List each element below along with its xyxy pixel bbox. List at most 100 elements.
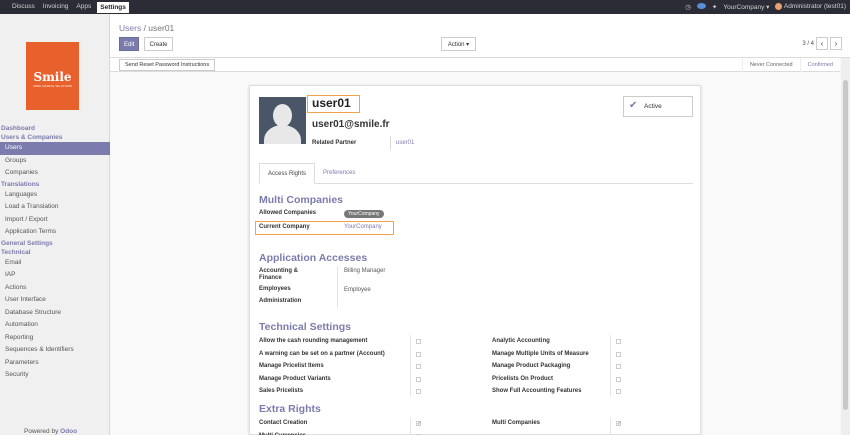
menu-discuss[interactable]: Discuss <box>8 0 39 14</box>
avatar-body <box>264 125 301 144</box>
sidebar-item-automation[interactable]: Automation <box>0 319 110 332</box>
setting-label: Contact Creation <box>259 420 308 426</box>
accounting-label: Accounting & Finance <box>259 268 298 281</box>
divider <box>610 335 611 397</box>
control-panel: Users / user01 Edit Create Action ▾ 3 / … <box>110 14 850 58</box>
next-button[interactable]: › <box>830 37 842 50</box>
form-statusbar: Send Reset Password Instructions Never C… <box>110 58 840 72</box>
bug-icon[interactable]: ✦ <box>712 3 717 11</box>
user-name: Administrator (test01) <box>783 3 846 11</box>
allowed-companies-label: Allowed Companies <box>259 210 317 216</box>
allowed-company-tag: YourCompany <box>344 210 384 218</box>
create-button[interactable]: Create <box>144 37 173 51</box>
sidebar-item-groups[interactable]: Groups <box>0 155 110 168</box>
odoo-link[interactable]: Odoo <box>60 428 77 435</box>
multi-companies-heading: Multi Companies <box>259 194 344 206</box>
sidebar-section-translations[interactable]: Translations <box>0 180 110 189</box>
status-never-connected: Never Connected <box>741 58 800 72</box>
sidebar-section-users-companies[interactable]: Users & Companies <box>0 133 110 142</box>
setting-checkbox[interactable] <box>416 339 421 344</box>
user-login-field: user01@smile.fr <box>312 119 390 130</box>
sidebar-item-email[interactable]: Email <box>0 257 110 270</box>
sidebar-nav: Dashboard Users & Companies Users Groups Com… <box>0 124 110 382</box>
sidebar-section-dashboard[interactable]: Dashboard <box>0 124 110 133</box>
menu-settings[interactable]: Settings <box>97 1 129 13</box>
accounting-value[interactable]: Billing Manager <box>344 268 385 274</box>
sidebar-item-languages[interactable]: Languages <box>0 189 110 202</box>
setting-label: Sales Pricelists <box>259 388 304 394</box>
related-partner-label: Related Partner <box>312 140 357 146</box>
active-toggle-button[interactable]: ✔ Active <box>623 96 693 117</box>
pager-value[interactable]: 3 / 4 <box>802 41 814 47</box>
status-steps: Never Connected Confirmed <box>741 58 840 72</box>
check-icon: ✔ <box>629 100 638 111</box>
setting-checkbox[interactable] <box>616 364 621 369</box>
menu-apps[interactable]: Apps <box>72 0 95 14</box>
sidebar-item-companies[interactable]: Companies <box>0 167 110 180</box>
divider <box>390 136 391 150</box>
scrollbar-thumb[interactable] <box>843 80 848 410</box>
avatar-icon <box>775 3 783 11</box>
related-partner-link[interactable]: user01 <box>396 140 414 146</box>
setting-label: Manage Product Variants <box>259 375 331 382</box>
sidebar-item-user-interface[interactable]: User Interface <box>0 294 110 307</box>
prev-button[interactable]: ‹ <box>816 37 828 50</box>
scrollbar[interactable] <box>841 58 850 435</box>
clock-icon[interactable]: ◷ <box>685 3 691 11</box>
form-tabs: Access Rights Preferences <box>259 163 693 184</box>
user-avatar[interactable] <box>259 97 306 144</box>
setting-label: Manage Pricelist Items <box>259 363 324 369</box>
setting-checkbox[interactable] <box>616 389 621 394</box>
pager: 3 / 4 ‹ › <box>802 37 842 50</box>
breadcrumb-users[interactable]: Users <box>119 23 141 33</box>
technical-settings-heading: Technical Settings <box>259 321 351 333</box>
action-dropdown[interactable]: Action ▾ <box>441 37 476 51</box>
sidebar-section-technical[interactable]: Technical <box>0 248 110 257</box>
sidebar-item-security[interactable]: Security <box>0 369 110 382</box>
setting-checkbox[interactable] <box>416 389 421 394</box>
sidebar-item-database-structure[interactable]: Database Structure <box>0 307 110 320</box>
setting-checkbox[interactable] <box>616 376 621 382</box>
user-menu[interactable]: Administrator (test01) <box>775 3 846 11</box>
employees-value[interactable]: Employee <box>344 287 371 293</box>
setting-checkbox[interactable] <box>416 351 421 357</box>
setting-label: Analytic Accounting <box>492 338 550 344</box>
sidebar-item-import-export[interactable]: Import / Export <box>0 214 110 227</box>
sidebar-item-load-a-translation[interactable]: Load a Translation <box>0 201 110 214</box>
sidebar-item-application-terms[interactable]: Application Terms <box>0 226 110 239</box>
top-navbar: Discuss Invoicing Apps Settings ◷ ✦ Your… <box>0 0 850 14</box>
sidebar-item-actions[interactable]: Actions <box>0 282 110 295</box>
current-company-link[interactable]: YourCompany <box>344 224 382 230</box>
company-logo[interactable]: Smile OPEN SOURCE SOLUTIONS <box>26 42 79 110</box>
breadcrumb-current: user01 <box>148 23 175 33</box>
setting-checkbox[interactable] <box>416 364 421 369</box>
setting-label: A warning can be set on a partner (Accou… <box>259 350 385 357</box>
send-reset-password-button[interactable]: Send Reset Password Instructions <box>119 59 216 71</box>
setting-checkbox[interactable]: ✓ <box>416 421 421 427</box>
setting-checkbox[interactable] <box>616 339 621 344</box>
menu-invoicing[interactable]: Invoicing <box>39 0 73 14</box>
divider <box>410 335 411 397</box>
setting-checkbox[interactable] <box>616 351 621 357</box>
sidebar: Smile OPEN SOURCE SOLUTIONS Dashboard Use… <box>0 14 110 435</box>
chat-icon[interactable] <box>696 3 706 11</box>
divider <box>410 418 411 435</box>
administration-label: Administration <box>259 298 302 304</box>
sidebar-item-users[interactable]: Users <box>0 142 110 155</box>
tab-preferences[interactable]: Preferences <box>315 163 363 183</box>
sidebar-section-general-settings[interactable]: General Settings <box>0 239 110 248</box>
sidebar-item-reporting[interactable]: Reporting <box>0 332 110 345</box>
sidebar-item-iap[interactable]: IAP <box>0 269 110 282</box>
edit-button[interactable]: Edit <box>119 37 139 51</box>
setting-checkbox[interactable]: ✓ <box>616 421 621 427</box>
setting-checkbox[interactable] <box>416 376 421 382</box>
breadcrumb: Users / user01 <box>119 23 174 33</box>
extra-rights-heading: Extra Rights <box>259 403 321 415</box>
setting-label: Manage Product Packaging <box>492 363 571 369</box>
logo-subtitle: OPEN SOURCE SOLUTIONS <box>32 85 73 88</box>
company-switcher[interactable]: YourCompany ▾ <box>723 3 769 11</box>
sidebar-item-sequences-identifiers[interactable]: Sequences & Identifiers <box>0 344 110 357</box>
divider <box>337 266 338 308</box>
tab-access-rights[interactable]: Access Rights <box>259 163 316 184</box>
sidebar-item-parameters[interactable]: Parameters <box>0 357 110 370</box>
